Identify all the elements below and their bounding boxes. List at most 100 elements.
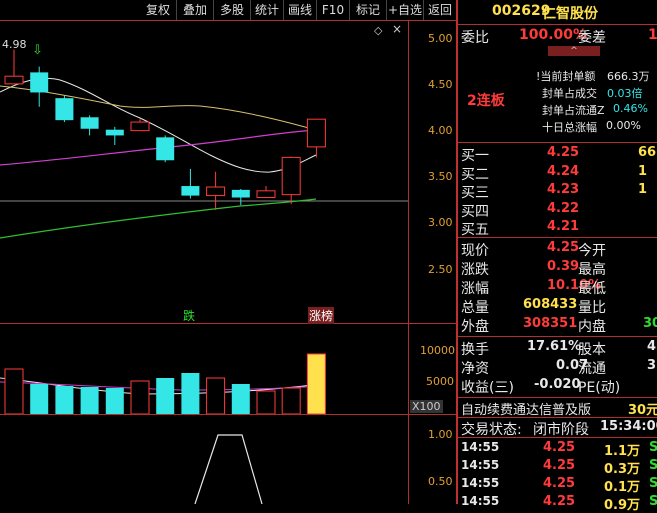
candle-body[interactable]	[156, 137, 175, 161]
quote-divider	[458, 336, 657, 337]
tick-flag: S	[649, 494, 657, 509]
ad-text[interactable]: 自动续费通达信普及版	[461, 399, 591, 418]
candle-body[interactable]	[181, 186, 200, 196]
price-chart[interactable]	[0, 20, 408, 323]
quote-label-1: 总量	[461, 300, 489, 316]
candle-body[interactable]	[80, 117, 99, 129]
volume-bar[interactable]	[256, 390, 276, 414]
volume-bar[interactable]	[181, 373, 200, 414]
seal-row-2-value: 0.46%	[613, 102, 648, 115]
tick-time: 14:55	[461, 440, 500, 454]
toolbar-diejia[interactable]: 叠加	[177, 0, 214, 20]
volume-bar[interactable]	[306, 353, 326, 414]
quote2-label-1: 收益(三)	[461, 380, 514, 396]
toolbar-biaoji[interactable]: 标记	[350, 0, 387, 20]
quote2-label-2: PE(动)	[578, 380, 621, 396]
bid-price: 4.22	[547, 200, 580, 216]
stock-name: 仁智股份	[542, 6, 598, 22]
price-tick-0: 5.00	[428, 32, 453, 45]
tick-vol: 0.1万	[604, 480, 641, 495]
seal-row-1-value: 0.03倍	[607, 87, 643, 100]
weibi-label: 委比	[461, 30, 489, 46]
quote-label-2: 最高	[578, 262, 606, 278]
toolbar-tongji[interactable]: 统计	[251, 0, 284, 20]
tick-time: 14:55	[461, 476, 500, 490]
bid-vol: 1	[638, 163, 648, 179]
vol-tick-1: 5000	[426, 375, 454, 388]
quote-label-1: 外盘	[461, 319, 489, 335]
tick-flag: S	[649, 458, 657, 473]
tick-price: 4.25	[543, 494, 576, 509]
volume-bar[interactable]	[30, 384, 49, 414]
candle-body[interactable]	[281, 156, 301, 196]
toolbar-zixuan[interactable]: +自选	[387, 0, 424, 20]
bid-label: 买二	[461, 166, 489, 183]
quote2-value-1: 17.61%	[527, 339, 582, 354]
candle-body[interactable]	[55, 98, 74, 121]
expand-button[interactable]: ^	[548, 46, 600, 56]
down-arrow-icon: ⇩	[32, 43, 43, 58]
toolbar-duogu[interactable]: 多股	[214, 0, 251, 20]
vol-multiplier: X100	[410, 400, 443, 413]
ticks-top-divider	[458, 437, 657, 438]
indicator-chart[interactable]	[0, 415, 408, 504]
tick-price: 4.25	[543, 458, 576, 473]
volume-bar[interactable]	[231, 384, 250, 414]
bid-label: 买一	[461, 148, 489, 164]
volume-bar[interactable]	[4, 368, 24, 414]
quote-label-1: 涨幅	[461, 281, 489, 297]
bid-label: 买四	[461, 203, 489, 220]
candle-body[interactable]	[231, 189, 250, 198]
volume-bar[interactable]	[105, 388, 124, 414]
candle-body[interactable]	[130, 121, 150, 132]
quote-label-2: 今开	[578, 243, 606, 259]
stock-header: 002629 仁智股份	[458, 0, 657, 25]
volume-bar[interactable]	[55, 386, 74, 414]
weibi-value: 100.00%	[519, 27, 588, 43]
candle-body[interactable]	[256, 190, 276, 199]
volume-bar[interactable]	[156, 378, 175, 414]
price-tick-5: 2.50	[428, 263, 453, 276]
price-tick-4: 3.00	[428, 216, 453, 229]
bid-label: 买三	[461, 185, 489, 201]
chart-right-border	[408, 20, 409, 504]
volume-bar[interactable]	[130, 380, 150, 414]
tick-vol: 0.3万	[604, 462, 641, 477]
high-price-label: 4.98	[2, 38, 27, 51]
indicator-line	[194, 434, 263, 504]
mark-zhangting: 涨榜	[308, 307, 335, 324]
quote-label-2: 最低	[578, 281, 606, 297]
volume-chart[interactable]	[0, 324, 408, 414]
bid-vol: 1	[638, 182, 648, 197]
price-tick-3: 3.50	[428, 170, 453, 183]
ad-top-divider	[458, 397, 657, 398]
seal-divider	[458, 142, 657, 143]
quote2-label-2: 股本	[578, 342, 606, 358]
volume-bar[interactable]	[206, 377, 226, 414]
quote2-label-1: 净资	[461, 361, 489, 377]
toolbar-f10[interactable]: F10	[317, 0, 350, 20]
candle-body[interactable]	[105, 129, 124, 136]
volume-bar[interactable]	[80, 387, 99, 414]
toolbar-fuquan[interactable]: 复权	[140, 0, 177, 20]
candle-body[interactable]	[206, 186, 226, 197]
ma10-line	[0, 85, 317, 131]
toolbar-fanhui[interactable]: 返回	[424, 0, 456, 20]
toolbar-huaxian[interactable]: 画线	[284, 0, 317, 20]
candle-body[interactable]	[4, 75, 24, 85]
candle-body[interactable]	[30, 72, 49, 93]
seal-row-3-label: 十日总涨幅	[542, 121, 597, 134]
quote-value-2: 30	[643, 316, 657, 331]
weicha-label: 委差	[578, 30, 606, 46]
volume-bar[interactable]	[281, 387, 301, 414]
quote-label-1: 涨跌	[461, 262, 489, 278]
seal-row-2-label: 封单占流通Z	[542, 104, 605, 117]
quote-value-1: 4.25	[547, 240, 580, 255]
tick-flag: S	[649, 440, 657, 455]
seal-row-3-value: 0.00%	[606, 119, 641, 132]
ad-price[interactable]: 30元	[628, 399, 657, 418]
quote2-label-1: 换手	[461, 342, 489, 358]
candle-body[interactable]	[306, 118, 326, 148]
weicha-value: 1	[648, 27, 657, 43]
candles	[4, 49, 326, 210]
